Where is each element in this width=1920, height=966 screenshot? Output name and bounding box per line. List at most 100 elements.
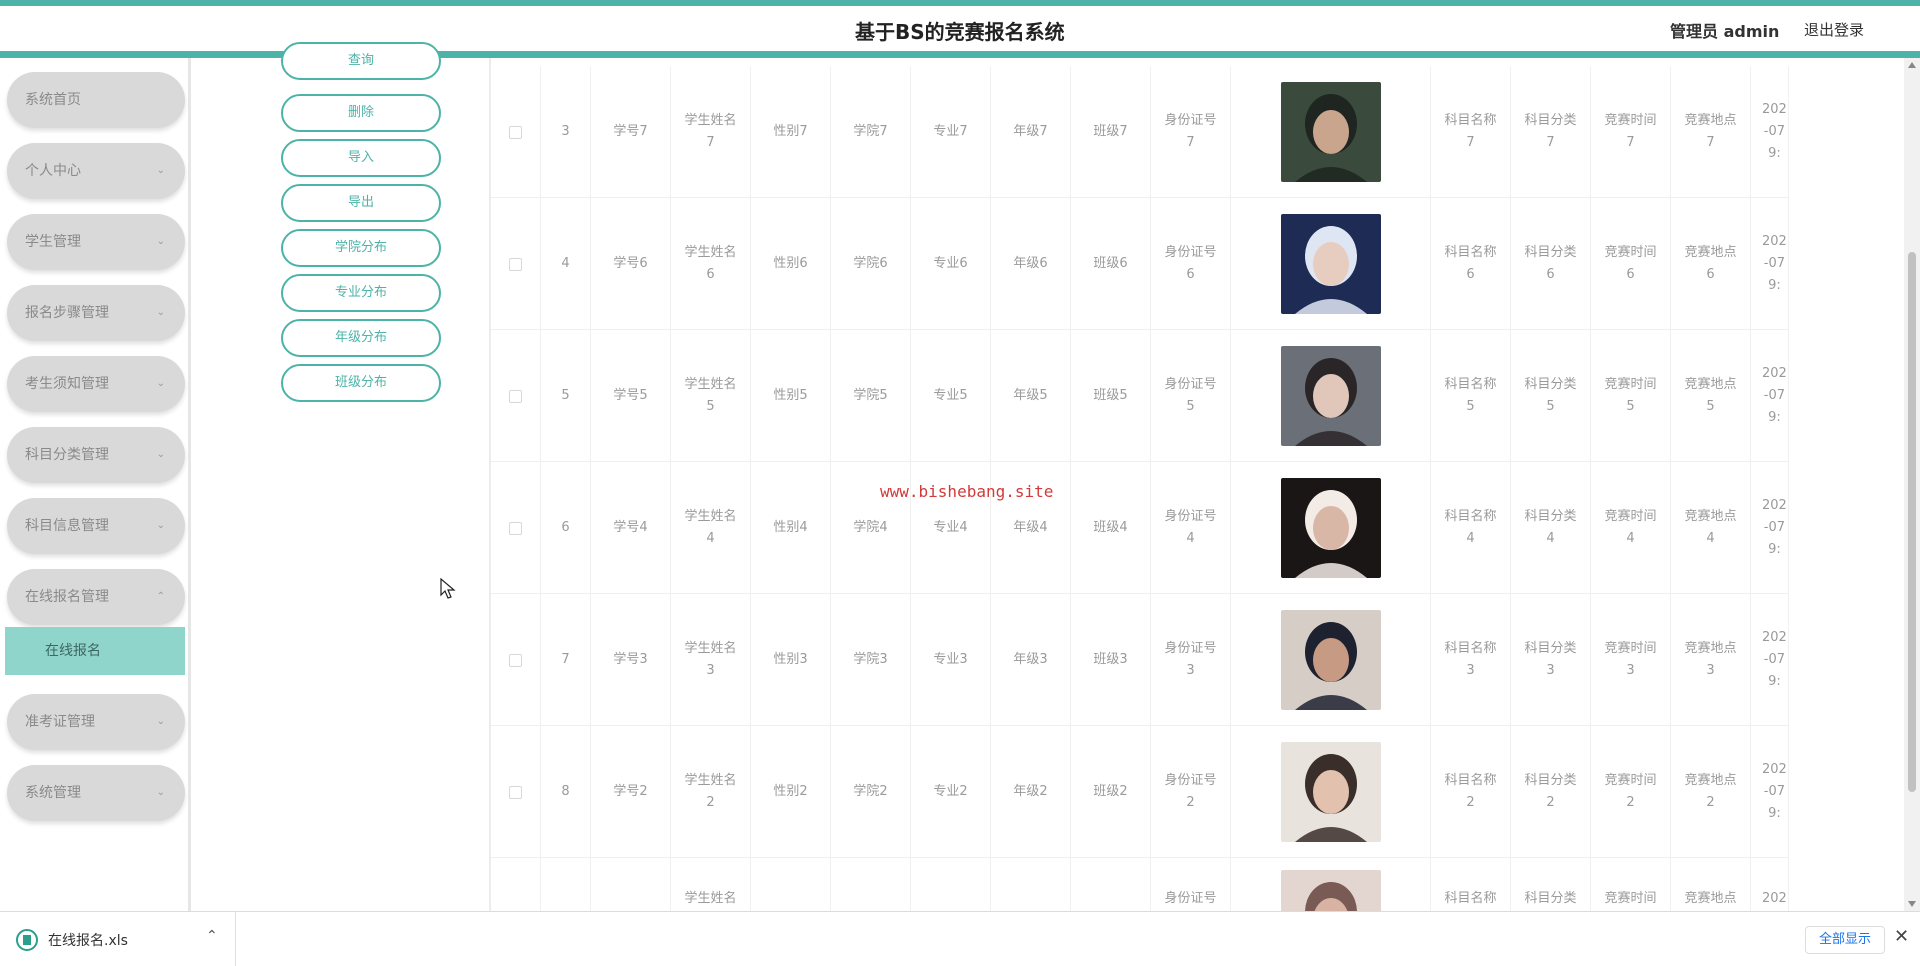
cell-photo <box>1231 726 1431 858</box>
cell-gender: 性别2 <box>751 726 831 858</box>
major-distribution-button[interactable]: 专业分布 <box>281 274 441 312</box>
sidebar-item-online-registration[interactable]: 在线报名管理 ⌃ <box>7 569 185 625</box>
sidebar-item-label: 准考证管理 <box>25 714 95 730</box>
cell-subject: 科目名称 <box>1431 858 1511 911</box>
show-all-downloads-button[interactable]: 全部显示 <box>1805 926 1885 954</box>
cell-select <box>491 726 541 858</box>
cell-time: 竞赛时间 6 <box>1591 198 1671 330</box>
cell-subject: 科目名称 5 <box>1431 330 1511 462</box>
cell-major: 专业3 <box>911 594 991 726</box>
cell-sid <box>591 858 671 911</box>
class-distribution-button[interactable]: 班级分布 <box>281 364 441 402</box>
sidebar-item-notice[interactable]: 考生须知管理 ⌄ <box>7 356 185 412</box>
cell-idcard: 身份证号 4 <box>1151 462 1231 594</box>
cell-clazz <box>1071 858 1151 911</box>
student-photo <box>1280 742 1381 842</box>
grade-distribution-button[interactable]: 年级分布 <box>281 319 441 357</box>
sidebar-item-system[interactable]: 系统管理 ⌄ <box>7 765 185 821</box>
download-file-name: 在线报名.xls <box>48 933 128 949</box>
cell-sid: 学号6 <box>591 198 671 330</box>
table-row: 4 学号6 学生姓名 6 性别6 学院6 专业6 年级6 班级6 身份证号 6 科目名称 6 科目分… <box>491 198 1789 330</box>
cell-major: 专业6 <box>911 198 991 330</box>
sidebar-item-steps[interactable]: 报名步骤管理 ⌄ <box>7 285 185 341</box>
sidebar-item-label: 科目分类管理 <box>25 447 109 463</box>
cell-major: 专业5 <box>911 330 991 462</box>
cell-subject: 科目名称 2 <box>1431 726 1511 858</box>
row-checkbox[interactable] <box>509 257 522 271</box>
cell-photo <box>1231 594 1431 726</box>
chevron-up-icon: ⌃ <box>156 591 165 602</box>
cell-major <box>911 858 991 911</box>
row-checkbox[interactable] <box>509 125 522 139</box>
cell-date: 202 -07 9: <box>1751 462 1789 594</box>
export-button[interactable]: 导出 <box>281 184 441 222</box>
sidebar-item-admission-ticket[interactable]: 准考证管理 ⌄ <box>7 694 185 750</box>
cell-clazz: 班级5 <box>1071 330 1151 462</box>
sidebar-item-subject-info[interactable]: 科目信息管理 ⌄ <box>7 498 185 554</box>
chevron-up-icon[interactable]: ⌃ <box>206 928 218 944</box>
cell-clazz: 班级2 <box>1071 726 1151 858</box>
row-checkbox[interactable] <box>509 653 522 667</box>
cell-idcard: 身份证号 3 <box>1151 594 1231 726</box>
sidebar-item-home[interactable]: 系统首页 <box>7 72 185 128</box>
cell-sid: 学号2 <box>591 726 671 858</box>
cell-idcard: 身份证号 7 <box>1151 66 1231 198</box>
cell-idcard: 身份证号 <box>1151 858 1231 911</box>
cell-select <box>491 330 541 462</box>
import-button[interactable]: 导入 <box>281 139 441 177</box>
cell-clazz: 班级4 <box>1071 462 1151 594</box>
close-icon[interactable]: ✕ <box>1894 926 1909 947</box>
page-scrollbar[interactable] <box>1904 58 1920 911</box>
cell-college <box>831 858 911 911</box>
row-checkbox[interactable] <box>509 785 522 799</box>
cell-idx: 3 <box>541 66 591 198</box>
student-photo <box>1280 478 1381 578</box>
table-row: 学生姓名 身份证号 科目名称 科目分类 竞赛时间 竞赛地点 202 <box>491 858 1789 911</box>
cell-category: 科目分类 5 <box>1511 330 1591 462</box>
scroll-thumb[interactable] <box>1908 252 1916 792</box>
row-checkbox[interactable] <box>509 521 522 535</box>
college-distribution-button[interactable]: 学院分布 <box>281 229 441 267</box>
sidebar-item-label: 系统首页 <box>25 92 81 108</box>
cell-college: 学院2 <box>831 726 911 858</box>
cell-place: 竞赛地点 <box>1671 858 1751 911</box>
page-title: 基于BS的竞赛报名系统 <box>855 20 1065 44</box>
cell-time: 竞赛时间 2 <box>1591 726 1671 858</box>
sidebar-item-students[interactable]: 学生管理 ⌄ <box>7 214 185 270</box>
cell-idx: 5 <box>541 330 591 462</box>
cell-name: 学生姓名 <box>671 858 751 911</box>
cell-idx: 4 <box>541 198 591 330</box>
query-button[interactable]: 查询 <box>281 42 441 80</box>
registration-table: 3 学号7 学生姓名 7 性别7 学院7 专业7 年级7 班级7 身份证号 7 科目名称 7 科目分… <box>491 66 1789 911</box>
cell-gender: 性别4 <box>751 462 831 594</box>
cell-photo <box>1231 66 1431 198</box>
cell-place: 竞赛地点 3 <box>1671 594 1751 726</box>
delete-button[interactable]: 删除 <box>281 94 441 132</box>
logout-link[interactable]: 退出登录 <box>1804 19 1864 40</box>
row-checkbox[interactable] <box>509 389 522 403</box>
sidebar-item-label: 系统管理 <box>25 785 81 801</box>
cell-date: 202 <box>1751 858 1789 911</box>
sidebar-item-profile[interactable]: 个人中心 ⌄ <box>7 143 185 199</box>
user-label: 管理员 admin <box>1670 22 1780 41</box>
cell-name: 学生姓名 5 <box>671 330 751 462</box>
cell-sid: 学号3 <box>591 594 671 726</box>
cell-sid: 学号7 <box>591 66 671 198</box>
cell-grade: 年级3 <box>991 594 1071 726</box>
cell-category: 科目分类 <box>1511 858 1591 911</box>
cell-idx: 8 <box>541 726 591 858</box>
scroll-up-arrow-icon[interactable] <box>1908 62 1916 68</box>
mouse-cursor-icon <box>440 578 456 599</box>
cell-grade: 年级2 <box>991 726 1071 858</box>
download-bar: 在线报名.xls ⌃ 全部显示 ✕ <box>0 911 1920 966</box>
sidebar-subitem-online-registration[interactable]: 在线报名 <box>5 627 185 675</box>
download-item[interactable]: 在线报名.xls ⌃ <box>0 912 236 966</box>
cell-idcard: 身份证号 2 <box>1151 726 1231 858</box>
sidebar-item-subject-category[interactable]: 科目分类管理 ⌄ <box>7 427 185 483</box>
scroll-down-arrow-icon[interactable] <box>1908 901 1916 907</box>
cell-place: 竞赛地点 4 <box>1671 462 1751 594</box>
student-photo <box>1280 870 1381 911</box>
cell-grade <box>991 858 1071 911</box>
cell-college: 学院5 <box>831 330 911 462</box>
watermark: www.bishebang.site <box>880 482 1054 501</box>
